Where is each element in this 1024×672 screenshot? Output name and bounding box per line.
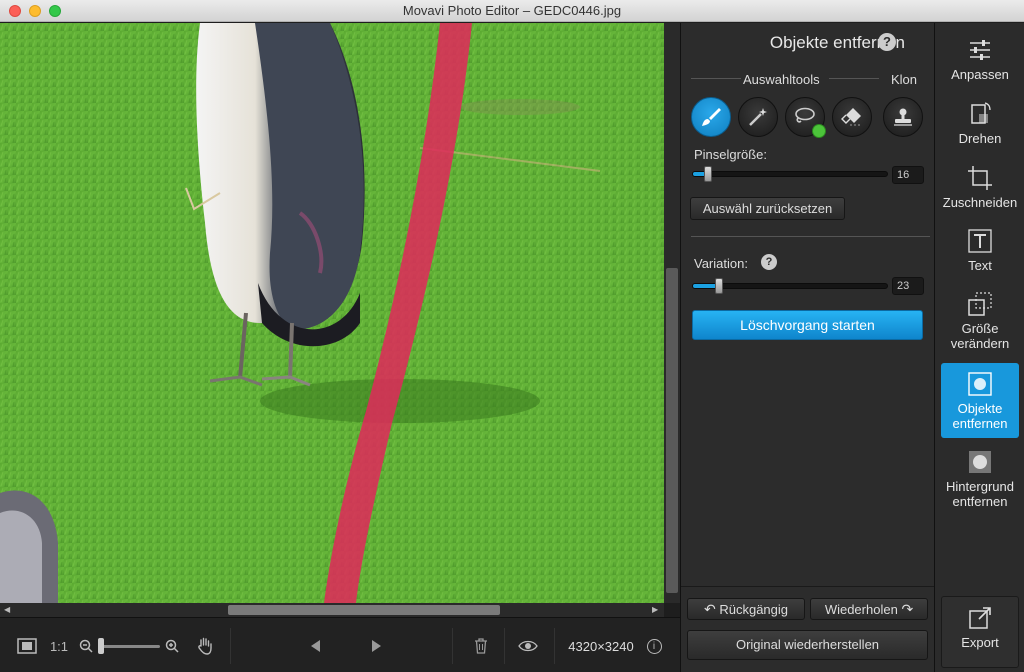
variation-label: Variation: [694, 256, 748, 271]
brush-size-value[interactable]: 16 [892, 166, 924, 184]
sidebar-item-object-removal[interactable]: Objekte entfernen [941, 363, 1019, 438]
previous-image-button[interactable] [304, 632, 328, 660]
magic-wand-icon [749, 108, 767, 126]
start-removal-button[interactable]: Löschvorgang starten [692, 310, 923, 340]
sidebar-item-text[interactable]: Text [941, 228, 1019, 288]
window-title: Movavi Photo Editor – GEDC0446.jpg [402, 3, 622, 18]
lasso-icon [795, 107, 815, 123]
scroll-left-arrow-icon[interactable]: ◀ [4, 605, 10, 614]
sidebar-item-label: Anpassen [951, 67, 1009, 82]
undo-label: Rückgängig [719, 602, 788, 617]
selection-tools-label: Auswahltools [743, 72, 820, 87]
restore-original-button[interactable]: Original wiederherstellen [687, 630, 928, 660]
undo-button[interactable]: ↶ Rückgängig [687, 598, 805, 620]
brush-tool-button[interactable] [691, 97, 731, 137]
crop-icon [968, 166, 992, 190]
resize-icon [968, 292, 992, 316]
variation-handle[interactable] [715, 278, 723, 294]
help-icon[interactable]: ? [878, 33, 896, 51]
object-removal-icon [968, 372, 992, 396]
undo-redo-group: ↶ Rückgängig Wiederholen ↷ [687, 598, 928, 620]
sidebar-item-crop[interactable]: Zuschneiden [941, 165, 1019, 225]
photo [0, 23, 664, 603]
eraser-icon [841, 108, 862, 126]
sidebar-item-adjust[interactable]: Anpassen [941, 37, 1019, 97]
brush-size-label: Pinselgröße: [694, 147, 767, 162]
rotate-icon [971, 102, 991, 124]
export-icon [969, 607, 991, 629]
minimize-window-button[interactable] [29, 5, 41, 17]
zoom-slider-track[interactable] [98, 645, 160, 648]
brush-icon [702, 108, 721, 126]
horizontal-scroll-thumb[interactable] [228, 605, 500, 615]
maximize-window-button[interactable] [49, 5, 61, 17]
sidebar-item-rotate[interactable]: Drehen [941, 101, 1019, 161]
horizontal-scrollbar[interactable]: ◀ ▶ [0, 603, 664, 617]
sidebar-item-label: Zuschneiden [942, 195, 1018, 210]
brush-size-slider[interactable] [692, 171, 888, 177]
delete-button[interactable] [470, 632, 492, 660]
export-button[interactable]: Export [941, 596, 1019, 668]
settings-panel: Objekte entfernen ? Auswahltools Klon Pi… [680, 23, 935, 672]
background-removal-icon [969, 451, 991, 473]
sidebar-item-label: Größe verändern [950, 321, 1010, 351]
sidebar-item-label: Text [968, 258, 992, 273]
previous-arrow-icon [311, 640, 320, 652]
image-canvas[interactable] [0, 23, 664, 603]
preview-toggle-button[interactable] [514, 632, 542, 660]
lasso-tool-button[interactable] [785, 97, 826, 138]
zoom-in-icon[interactable] [164, 632, 180, 660]
text-icon [968, 229, 992, 253]
sidebar-item-label: Drehen [958, 131, 1002, 146]
redo-label: Wiederholen [824, 602, 898, 617]
zoom-actual-size-button[interactable]: 1:1 [46, 632, 72, 660]
next-arrow-icon [372, 640, 381, 652]
zoom-out-icon[interactable] [78, 632, 94, 660]
scroll-right-arrow-icon[interactable]: ▶ [652, 605, 658, 614]
next-image-button[interactable] [364, 632, 388, 660]
reset-selection-button[interactable]: Auswähl zurücksetzen [690, 197, 845, 220]
clone-label: Klon [891, 72, 918, 87]
redo-icon: ↷ [901, 601, 914, 617]
hand-tool-icon[interactable] [194, 632, 216, 660]
brush-size-handle[interactable] [704, 166, 712, 182]
info-button[interactable]: i [644, 632, 664, 660]
fit-screen-icon [17, 638, 37, 654]
export-label: Export [961, 635, 999, 650]
undo-icon: ↶ [703, 601, 716, 617]
sidebar-item-resize[interactable]: Größe verändern [941, 291, 1019, 355]
trash-icon [475, 638, 487, 654]
sidebar-item-label: Hintergrund entfernen [946, 479, 1014, 509]
stamp-icon [894, 108, 912, 126]
clone-stamp-tool-button[interactable] [883, 97, 923, 137]
info-icon: i [646, 638, 662, 654]
redo-button[interactable]: Wiederholen ↷ [810, 598, 928, 620]
close-window-button[interactable] [9, 5, 21, 17]
sidebar-item-label: Objekte entfernen [952, 401, 1008, 431]
image-dimensions: 4320×3240 [568, 638, 634, 654]
sidebar-item-background-removal[interactable]: Hintergrund entfernen [941, 449, 1019, 515]
variation-value[interactable]: 23 [892, 277, 924, 295]
zoom-slider-handle[interactable] [98, 638, 104, 654]
bottom-toolbar: 1:1 4320×3240 i [0, 617, 680, 672]
vertical-scrollbar[interactable] [664, 23, 680, 603]
adjust-icon [970, 40, 990, 60]
eye-icon [518, 640, 538, 652]
fit-to-screen-button[interactable] [14, 632, 40, 660]
tools-sidebar: Anpassen Drehen Zuschneiden Text Größe v… [934, 23, 1024, 672]
magic-wand-tool-button[interactable] [738, 97, 778, 137]
variation-help-icon[interactable]: ? [761, 254, 777, 270]
title-bar: Movavi Photo Editor – GEDC0446.jpg [0, 0, 1024, 22]
eraser-tool-button[interactable] [832, 97, 872, 137]
panel-title: Objekte entfernen [769, 33, 905, 52]
vertical-scroll-thumb[interactable] [666, 268, 678, 593]
lasso-mode-dropdown-icon[interactable] [812, 124, 826, 138]
